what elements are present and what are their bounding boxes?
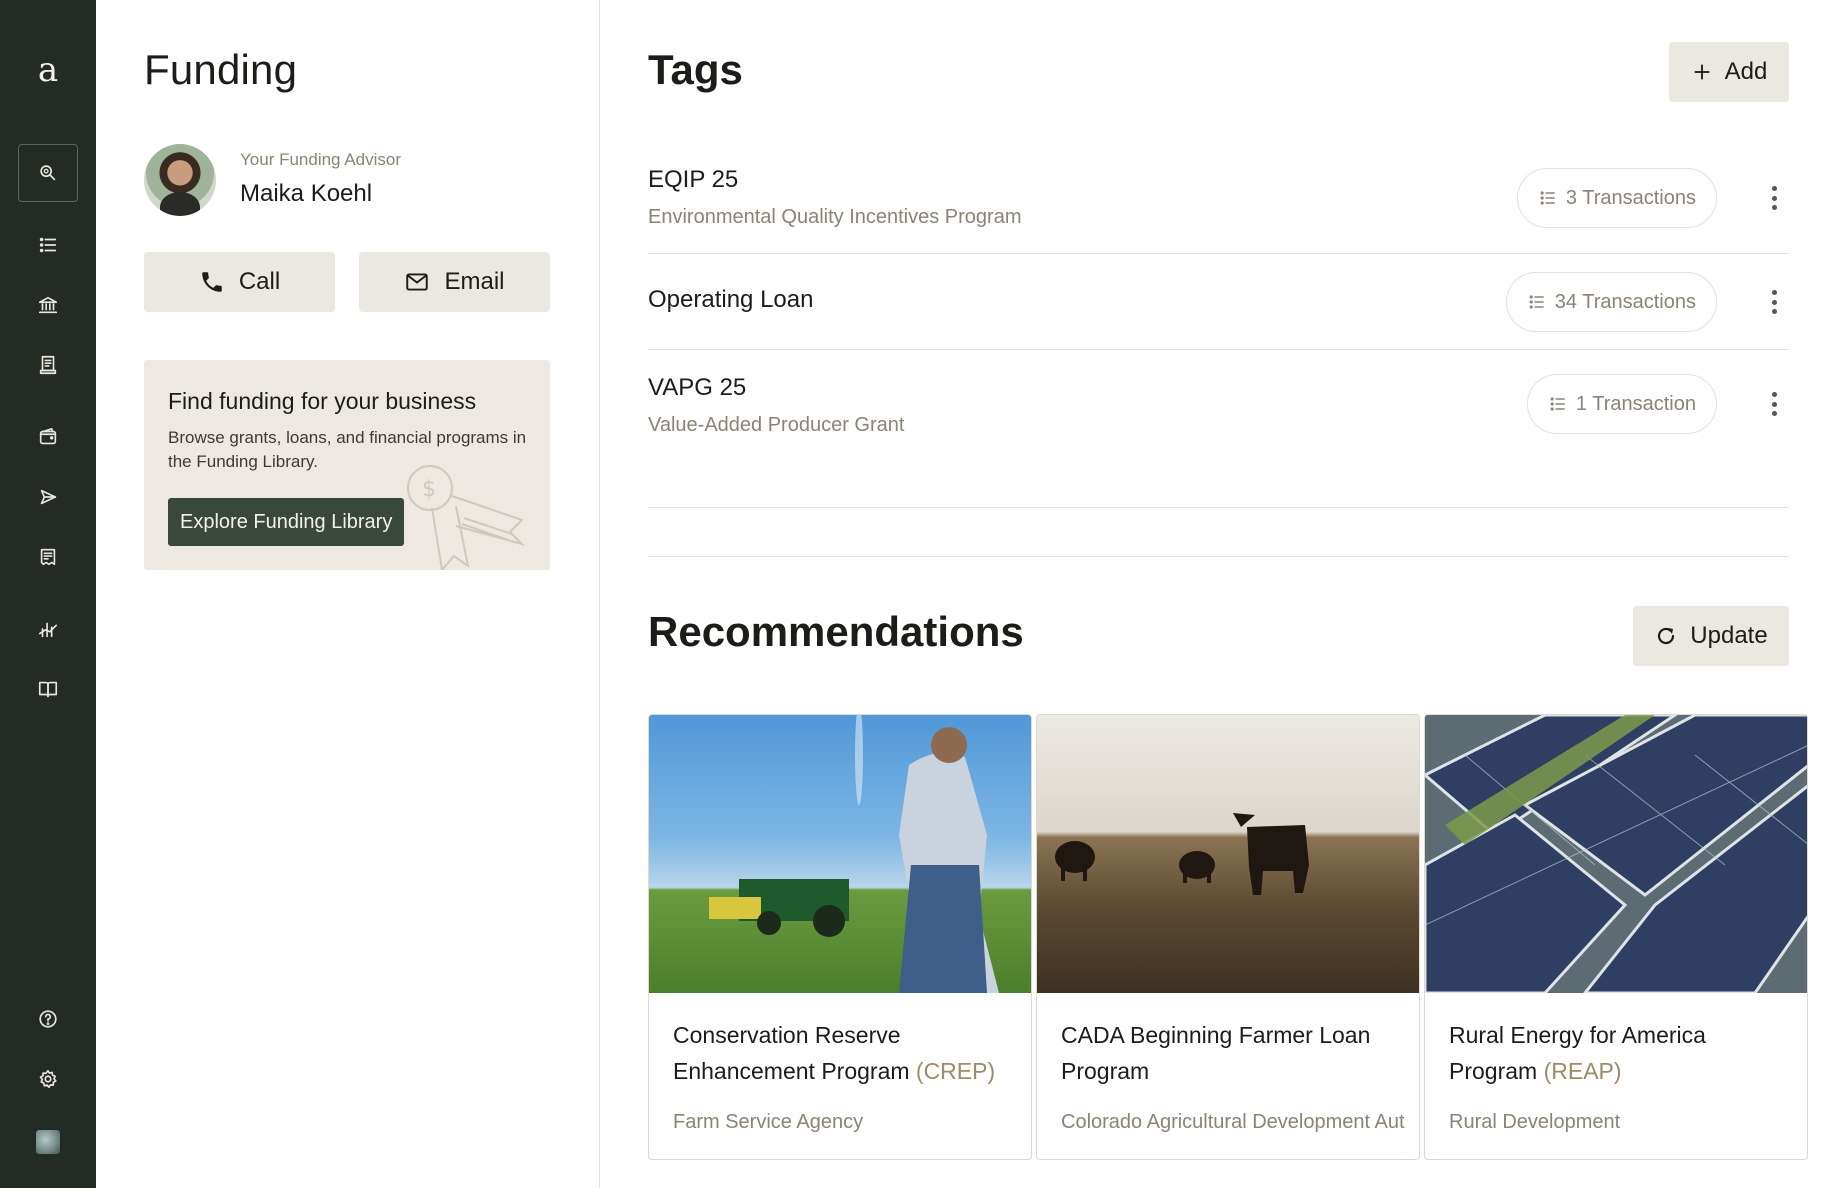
advisor-label: Your Funding Advisor [240, 150, 401, 169]
phone-icon [202, 272, 222, 292]
tag-description: Environmental Quality Incentives Program [648, 206, 1022, 228]
recommendations-title: Recommendations [648, 608, 1024, 655]
transactions-count: 1 Transaction [1575, 392, 1696, 415]
add-label: Add [1724, 58, 1768, 85]
receipt-icon [39, 355, 57, 375]
list-icon [1540, 191, 1555, 205]
solar-panels-photo [1425, 715, 1807, 993]
transactions-count: 34 Transactions [1554, 290, 1696, 313]
refresh-icon [1658, 627, 1675, 645]
promo-title: Find funding for your business [168, 388, 477, 414]
tags-title: Tags [648, 46, 743, 93]
email-label: Email [444, 268, 505, 295]
transactions-pill[interactable]: 3 Transactions [1516, 168, 1717, 228]
section-divider [648, 556, 1789, 557]
add-tag-button[interactable]: Add [1669, 42, 1789, 102]
wallet-icon [39, 427, 57, 445]
advisor-name: Maika Koehl [240, 180, 373, 207]
search-icon [40, 165, 56, 181]
recommendation-card[interactable]: Conservation Reserve Enhancement Program… [648, 714, 1032, 1160]
list-icon [1529, 295, 1544, 309]
send-icon [40, 489, 57, 505]
mail-icon [406, 273, 429, 291]
tag-row[interactable]: Operating Loan 34 Transactions [648, 254, 1789, 350]
transactions-pill[interactable]: 34 Transactions [1505, 272, 1717, 332]
tag-name: EQIP 25 [648, 166, 739, 193]
card-title: Rural Energy for America Program (REAP) [1449, 1017, 1789, 1089]
card-abbr: (REAP) [1543, 1058, 1622, 1084]
page-title: Funding [144, 46, 298, 93]
sidebar-item-wallet[interactable] [18, 408, 78, 466]
promo-text: Browse grants, loans, and financial prog… [168, 428, 527, 471]
sidebar-item-help[interactable] [18, 990, 78, 1048]
card-agency: Colorado Agricultural Development Aut [1061, 1111, 1405, 1133]
email-button[interactable]: Email [359, 252, 550, 312]
funding-library-promo: $ Find funding for your business Browse … [144, 360, 550, 570]
card-agency: Rural Development [1449, 1111, 1621, 1133]
invoice-icon [40, 548, 56, 566]
funding-panel: Funding Your Funding Advisor Maika Koehl… [96, 0, 600, 1188]
gear-icon [39, 1069, 57, 1089]
farmer-field-photo [649, 715, 1031, 993]
card-agency: Farm Service Agency [673, 1111, 864, 1133]
update-button[interactable]: Update [1633, 606, 1789, 666]
card-title: Conservation Reserve Enhancement Program… [673, 1017, 1013, 1089]
cattle-field-photo [1037, 715, 1419, 993]
help-icon [39, 1010, 57, 1028]
chart-icon [38, 622, 58, 638]
sidebar-item-transactions[interactable] [18, 216, 78, 274]
sidebar-item-payments[interactable] [18, 468, 78, 526]
call-label: Call [238, 268, 281, 295]
list-icon [39, 237, 57, 253]
plus-icon [1694, 64, 1709, 80]
book-icon [38, 681, 58, 698]
sidebar-item-accounts[interactable] [18, 276, 78, 334]
transactions-count: 3 Transactions [1565, 186, 1696, 209]
explore-funding-library-button[interactable]: Explore Funding Library [168, 498, 405, 546]
award-ribbon-icon: $ [407, 465, 526, 570]
sidebar-item-settings[interactable] [18, 1050, 78, 1108]
sidebar: a [0, 0, 96, 1188]
sidebar-item-receipts[interactable] [18, 336, 78, 394]
tag-name: VAPG 25 [648, 374, 747, 401]
more-options-icon[interactable] [1769, 290, 1779, 314]
tag-description: Value-Added Producer Grant [648, 414, 905, 436]
account-avatar-icon[interactable] [36, 1130, 60, 1154]
transactions-pill[interactable]: 1 Transaction [1526, 374, 1717, 434]
card-title-text: CADA Beginning Farmer Loan Program [1061, 1022, 1371, 1084]
sidebar-item-library[interactable] [18, 660, 78, 718]
tag-row[interactable]: EQIP 25 Environmental Quality Incentives… [648, 150, 1789, 254]
more-options-icon[interactable] [1769, 186, 1779, 210]
list-icon [1550, 397, 1565, 411]
bank-icon [38, 296, 58, 314]
tag-row[interactable]: VAPG 25 Value-Added Producer Grant 1 Tra… [648, 350, 1789, 508]
sidebar-item-search[interactable] [18, 144, 78, 202]
recommendation-card[interactable]: Rural Energy for America Program (REAP) … [1424, 714, 1808, 1160]
update-label: Update [1690, 622, 1768, 649]
tags-and-recommendations: Tags Add EQIP 25 Environmental Quality I… [600, 0, 1836, 1188]
sidebar-item-reports[interactable] [18, 600, 78, 658]
card-abbr: (CREP) [915, 1058, 996, 1084]
more-options-icon[interactable] [1769, 392, 1779, 416]
call-button[interactable]: Call [144, 252, 335, 312]
advisor-avatar [144, 144, 216, 216]
recommendation-card[interactable]: CADA Beginning Farmer Loan Program Color… [1036, 714, 1420, 1160]
svg-text:$: $ [422, 477, 436, 502]
app-logo[interactable]: a [0, 50, 96, 90]
card-title: CADA Beginning Farmer Loan Program [1061, 1017, 1401, 1089]
tag-name: Operating Loan [648, 286, 814, 313]
card-title-text: Conservation Reserve Enhancement Program [673, 1022, 910, 1084]
sidebar-item-invoices[interactable] [18, 528, 78, 586]
